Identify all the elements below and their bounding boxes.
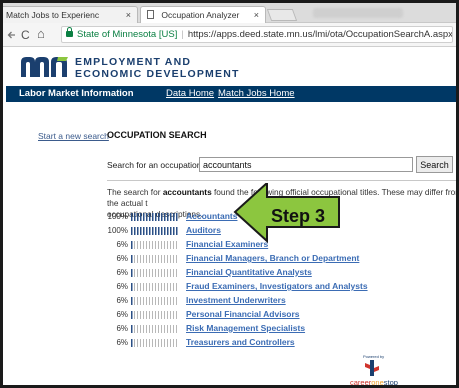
match-bar — [131, 213, 179, 221]
occupation-link[interactable]: Auditors — [186, 225, 221, 235]
site-nav-bar: Labor Market Information Data Home Match… — [6, 86, 456, 102]
match-bar-fill — [131, 241, 134, 249]
match-bar-fill — [131, 227, 179, 235]
match-bar — [131, 255, 179, 263]
divider — [107, 180, 456, 181]
reload-icon[interactable]: C — [21, 28, 30, 42]
powered-by-text: Powered by — [363, 354, 385, 359]
logo-stop: stop — [383, 378, 398, 387]
step-label: Step 3 — [271, 206, 326, 226]
address-bar[interactable]: State of Minnesota [US] | https://apps.dee… — [61, 26, 453, 43]
match-bar — [131, 339, 179, 347]
nav-link-match-jobs-home[interactable]: Match Jobs Home — [218, 88, 295, 99]
match-bar — [131, 283, 179, 291]
match-percent: 6% — [116, 268, 128, 277]
match-bar — [131, 241, 179, 249]
match-percent: 6% — [116, 240, 128, 249]
match-bar-fill — [131, 311, 134, 319]
org-name-line1: EMPLOYMENT AND — [75, 56, 192, 68]
search-label: Search for an occupation — [107, 160, 202, 170]
start-new-search-link[interactable]: Start a new search — [38, 131, 109, 141]
site-identity: State of Minnesota [US] — [77, 29, 178, 40]
match-bar — [131, 297, 179, 305]
search-input[interactable] — [199, 157, 413, 172]
match-bar-fill — [131, 283, 134, 291]
match-bar-fill — [131, 339, 134, 347]
match-bar-fill — [131, 255, 134, 263]
result-term: accountants — [162, 187, 212, 197]
home-icon[interactable]: ⌂ — [37, 26, 45, 41]
logo-career: career — [350, 378, 372, 387]
lock-icon — [66, 27, 73, 37]
screenshot-frame: Match Jobs to Experienc × Occupation Ana… — [0, 0, 459, 388]
match-percent: 6% — [116, 282, 128, 291]
occupation-link[interactable]: Personal Financial Advisors — [186, 309, 300, 319]
result-prefix: The search for — [107, 187, 163, 197]
match-bar — [131, 325, 179, 333]
match-percent: 6% — [116, 296, 128, 305]
match-bar-fill — [131, 269, 134, 277]
match-percent: 6% — [116, 338, 128, 347]
nav-title: Labor Market Information — [19, 88, 134, 99]
url-text: https://apps.deed.state.mn.us/lmi/ota/Oc… — [187, 29, 453, 40]
url-separator: | — [181, 29, 184, 40]
back-arrow-icon[interactable] — [7, 30, 17, 40]
document-icon — [147, 10, 154, 19]
org-name-line2: ECONOMIC DEVELOPMENT — [75, 68, 240, 80]
occupation-link[interactable]: Fraud Examiners, Investigators and Analy… — [186, 281, 368, 291]
new-tab-button[interactable] — [266, 9, 298, 21]
tab-label: Occupation Analyzer — [161, 10, 240, 20]
occupation-link[interactable]: Financial Quantitative Analysts — [186, 267, 312, 277]
careeronestop-wordmark[interactable]: careeronestop — [350, 378, 398, 387]
blurred-profile-area — [313, 8, 403, 18]
match-percent: 6% — [116, 310, 128, 319]
occupation-link[interactable]: Financial Managers, Branch or Department — [186, 253, 359, 263]
browser-tab-occupation-analyzer[interactable]: Occupation Analyzer × — [140, 6, 266, 23]
match-bar — [131, 269, 179, 277]
match-bar — [131, 311, 179, 319]
nav-link-data-home[interactable]: Data Home — [166, 88, 214, 99]
occupation-link[interactable]: Investment Underwriters — [186, 295, 286, 305]
logo-one: one — [371, 378, 384, 387]
match-bar-fill — [131, 213, 179, 221]
careeronestop-logo-icon[interactable] — [365, 360, 379, 376]
match-bar — [131, 227, 179, 235]
match-percent: 6% — [116, 254, 128, 263]
occupation-link[interactable]: Treasurers and Controllers — [186, 337, 295, 347]
match-bar-fill — [131, 297, 134, 305]
page-title: OCCUPATION SEARCH — [107, 130, 207, 140]
occupation-link[interactable]: Accountants — [186, 211, 237, 221]
close-icon[interactable]: × — [254, 7, 259, 23]
match-bar-fill — [131, 325, 134, 333]
browser-tab-strip: Match Jobs to Experienc × Occupation Ana… — [3, 3, 456, 23]
tab-label: Match Jobs to Experienc — [6, 10, 100, 20]
match-percent: 6% — [116, 324, 128, 333]
mn-logo-icon[interactable] — [20, 56, 72, 78]
occupation-link[interactable]: Risk Management Specialists — [186, 323, 305, 333]
browser-toolbar: C ⌂ State of Minnesota [US] | https://apps… — [3, 23, 456, 47]
match-percent: 100% — [107, 212, 128, 221]
browser-tab-match-jobs[interactable]: Match Jobs to Experienc × — [3, 6, 138, 23]
match-percent: 100% — [107, 226, 128, 235]
close-icon[interactable]: × — [126, 7, 131, 23]
search-button[interactable]: Search — [416, 156, 453, 173]
